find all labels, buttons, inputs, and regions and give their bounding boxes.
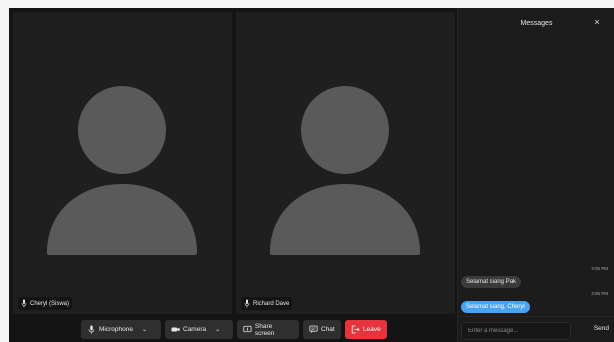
- message-bubble-outgoing: Selamat siang, Cheryl: [461, 301, 530, 313]
- panel-title: Messages: [520, 19, 553, 27]
- avatar-placeholder-icon: [236, 12, 455, 314]
- participant-name: Richard Dave: [253, 300, 290, 307]
- participant-tile[interactable]: Cheryl (Siswa): [13, 12, 232, 314]
- chat-label: Chat: [321, 326, 335, 333]
- chat-button[interactable]: Chat: [303, 320, 341, 339]
- message-composer: Send: [458, 316, 614, 342]
- camera-icon: [171, 327, 180, 332]
- share-screen-label: Share screen: [254, 322, 275, 337]
- messages-panel: Messages × 3:05 PM Selamat siang Pak 3:0…: [457, 8, 614, 342]
- camera-label: Camera: [183, 326, 207, 333]
- meeting-app: Cheryl (Siswa) Richard Dave Microphone ⌄…: [9, 8, 614, 342]
- chat-icon: [309, 325, 318, 333]
- share-screen-icon: [243, 325, 252, 333]
- close-icon[interactable]: ×: [592, 17, 602, 27]
- message-timestamp: 3:05 PM: [591, 266, 608, 271]
- message-input[interactable]: [461, 322, 571, 340]
- camera-button[interactable]: Camera ⌄: [165, 320, 233, 339]
- avatar-placeholder-icon: [13, 12, 232, 314]
- video-stage: Cheryl (Siswa) Richard Dave: [9, 8, 455, 314]
- mic-icon: [244, 299, 250, 308]
- message-bubble-incoming: Selamat siang Pak: [461, 276, 522, 288]
- participant-name-tag: Cheryl (Siswa): [18, 297, 73, 310]
- microphone-label: Microphone: [99, 326, 133, 333]
- chevron-down-icon[interactable]: ⌄: [215, 326, 220, 333]
- leave-label: Leave: [363, 326, 381, 333]
- mic-icon: [21, 299, 27, 308]
- leave-icon: [351, 325, 360, 334]
- leave-button[interactable]: Leave: [345, 320, 387, 339]
- chevron-down-icon[interactable]: ⌄: [142, 326, 147, 333]
- send-button[interactable]: Send: [594, 325, 609, 332]
- message-timestamp: 3:05 PM: [591, 291, 608, 296]
- participant-name: Cheryl (Siswa): [30, 300, 70, 307]
- mic-icon: [88, 325, 95, 334]
- microphone-button[interactable]: Microphone ⌄: [81, 320, 161, 339]
- participant-tile[interactable]: Richard Dave: [236, 12, 455, 314]
- participant-name-tag: Richard Dave: [241, 297, 293, 310]
- share-screen-button[interactable]: Share screen: [237, 320, 299, 339]
